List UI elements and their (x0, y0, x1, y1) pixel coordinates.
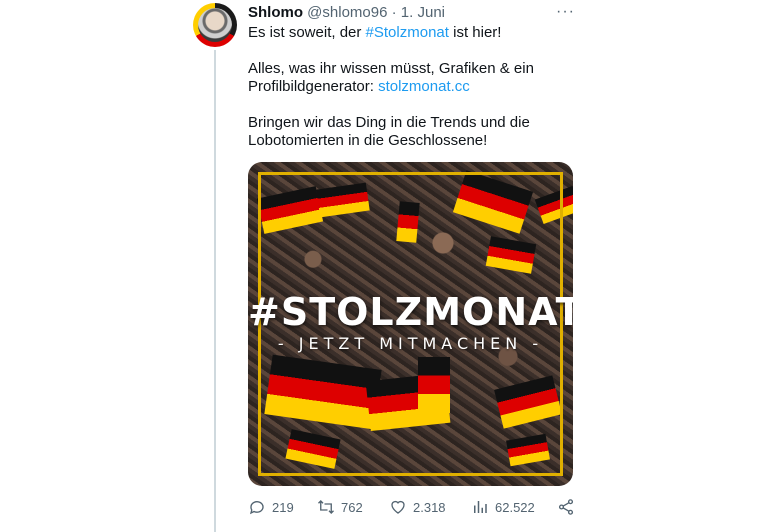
avatar[interactable] (193, 3, 237, 47)
views-count: 62.522 (495, 499, 535, 515)
tweet-paragraph-2: Alles, was ihr wissen müsst, Grafiken & … (248, 60, 578, 96)
header-separator: · (391, 4, 397, 21)
views-button[interactable]: 62.522 (471, 497, 535, 517)
url-link[interactable]: stolzmonat.cc (378, 78, 470, 95)
line1-after: ist hier! (448, 24, 502, 41)
like-count: 2.318 (413, 499, 446, 515)
more-options-icon[interactable]: ··· (556, 3, 575, 21)
tweet-date[interactable]: 1. Juni (401, 4, 445, 21)
media-subtitle: - JETZT MITMACHEN - (277, 334, 544, 353)
tweet-actions: 219 762 2.318 62.522 (248, 497, 576, 517)
tweet-header: Shlomo @shlomo96 · 1. Juni (248, 4, 445, 22)
author-name[interactable]: Shlomo (248, 4, 303, 21)
tweet-media-image[interactable]: #STOLZMONAT - JETZT MITMACHEN - (248, 162, 573, 486)
media-title: #STOLZMONAT (248, 290, 573, 334)
heart-icon (391, 500, 405, 514)
retweet-count: 762 (341, 499, 363, 515)
views-icon (474, 501, 487, 513)
author-handle[interactable]: @shlomo96 (307, 4, 387, 21)
retweet-icon (318, 500, 334, 514)
line1-before: Es ist soweit, der (248, 24, 366, 41)
avatar-image (198, 8, 232, 42)
share-button[interactable] (557, 497, 575, 517)
tweet-line-1: Es ist soweit, der #Stolzmonat ist hier! (248, 24, 578, 42)
tweet-text: Es ist soweit, der #Stolzmonat ist hier!… (248, 24, 578, 150)
hashtag-link[interactable]: #Stolzmonat (366, 24, 449, 41)
share-icon (558, 499, 574, 515)
thread-line (214, 50, 216, 532)
reply-button[interactable]: 219 (248, 497, 294, 517)
retweet-button[interactable]: 762 (317, 497, 363, 517)
tweet-paragraph-3: Bringen wir das Ding in die Trends und d… (248, 114, 530, 149)
reply-icon (249, 501, 264, 515)
like-button[interactable]: 2.318 (389, 497, 446, 517)
reply-count: 219 (272, 499, 294, 515)
